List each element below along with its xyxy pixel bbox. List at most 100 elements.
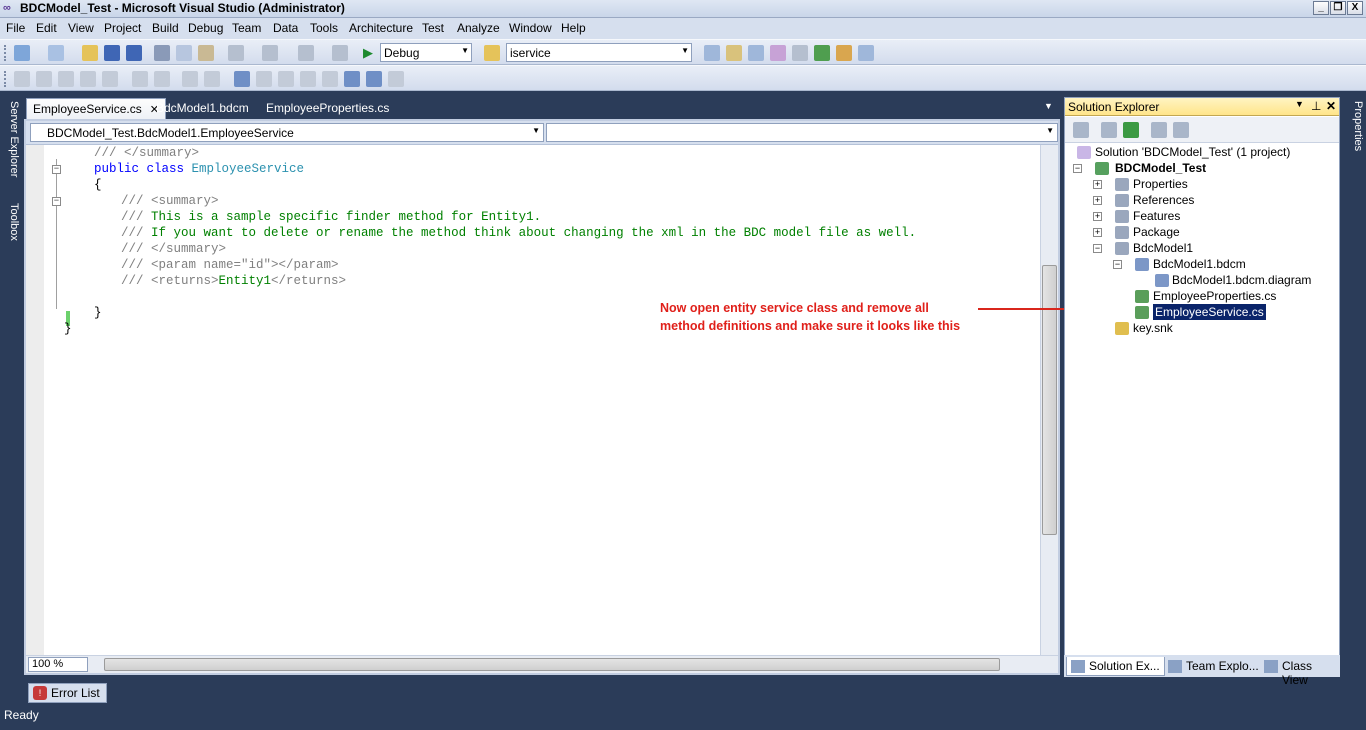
window-position-dropdown[interactable]: ▼ [1295, 99, 1304, 109]
copy-icon[interactable] [176, 45, 192, 61]
menu-build[interactable]: Build [152, 21, 179, 35]
member-list-icon[interactable] [80, 71, 96, 87]
quick-info-icon[interactable] [14, 71, 30, 87]
previous-bookmark-document-icon[interactable] [344, 71, 360, 87]
horizontal-scrollbar[interactable]: 100 % [26, 655, 1058, 673]
add-item-icon[interactable] [48, 45, 64, 61]
redo-icon[interactable] [262, 45, 278, 61]
refresh-icon[interactable] [1123, 122, 1139, 138]
indicator-margin[interactable] [26, 145, 44, 655]
collapse-icon[interactable]: − [1113, 260, 1122, 269]
tree-key[interactable]: key.snk [1133, 320, 1173, 336]
decrease-indent-icon[interactable] [132, 71, 148, 87]
member-dropdown[interactable]: ▼ [546, 123, 1058, 142]
zoom-select[interactable]: 100 % [28, 657, 88, 672]
find-in-files-icon[interactable] [484, 45, 500, 61]
expand-icon[interactable]: + [1093, 180, 1102, 189]
new-project-icon[interactable] [14, 45, 30, 61]
menu-project[interactable]: Project [104, 21, 141, 35]
tab-overflow-dropdown[interactable]: ▼ [1038, 98, 1059, 119]
tree-employee-properties[interactable]: EmployeeProperties.cs [1153, 288, 1276, 304]
restore-button[interactable]: ❐ [1330, 1, 1346, 15]
save-all-icon[interactable] [126, 45, 142, 61]
tab-solution-explorer[interactable]: Solution Ex... [1066, 657, 1165, 676]
show-all-files-icon[interactable] [1101, 122, 1117, 138]
toolbox-icon[interactable] [792, 45, 808, 61]
menu-view[interactable]: View [68, 21, 94, 35]
code-text-area[interactable]: − − /// </summary> public class Employee… [44, 145, 1040, 655]
expand-icon[interactable]: + [1093, 196, 1102, 205]
display-word-icon[interactable] [102, 71, 118, 87]
menu-window[interactable]: Window [509, 21, 552, 35]
error-list-tab[interactable]: ! Error List [28, 683, 107, 703]
solution-configuration-select[interactable]: Debug ▼ [380, 43, 472, 62]
tab-class-view[interactable]: Class View [1260, 657, 1340, 687]
properties-window-icon[interactable] [748, 45, 764, 61]
previous-bookmark-folder-icon[interactable] [300, 71, 316, 87]
word-completion-icon[interactable] [58, 71, 74, 87]
increase-indent-icon[interactable] [154, 71, 170, 87]
object-browser-icon[interactable] [770, 45, 786, 61]
command-window-icon[interactable] [858, 45, 874, 61]
vertical-scrollbar[interactable] [1040, 145, 1058, 655]
toolbar-grip[interactable] [4, 71, 8, 87]
open-file-icon[interactable] [82, 45, 98, 61]
start-debugging-icon[interactable]: ▶ [360, 45, 376, 61]
tree-bdcm[interactable]: BdcModel1.bdcm [1153, 256, 1246, 272]
start-page-icon[interactable] [814, 45, 830, 61]
server-explorer-tab[interactable]: Server Explorer [2, 101, 20, 197]
undo-icon[interactable] [228, 45, 244, 61]
tree-features[interactable]: Features [1133, 208, 1180, 224]
parameter-info-icon[interactable] [36, 71, 52, 87]
close-button[interactable]: X [1347, 1, 1363, 15]
extension-manager-icon[interactable] [836, 45, 852, 61]
menu-team[interactable]: Team [232, 21, 261, 35]
tab-employee-properties[interactable]: EmployeeProperties.cs [260, 98, 395, 119]
collapse-comment-icon[interactable]: − [52, 197, 61, 206]
tree-properties[interactable]: Properties [1133, 176, 1188, 192]
expand-icon[interactable]: + [1093, 212, 1102, 221]
tree-solution[interactable]: Solution 'BDCModel_Test' (1 project) [1095, 144, 1290, 160]
navigate-backward-icon[interactable] [298, 45, 314, 61]
next-bookmark-document-icon[interactable] [366, 71, 382, 87]
tab-team-explorer[interactable]: Team Explo... [1164, 657, 1263, 676]
uncomment-icon[interactable] [204, 71, 220, 87]
expand-icon[interactable]: + [1093, 228, 1102, 237]
menu-help[interactable]: Help [561, 21, 586, 35]
close-panel-icon[interactable]: ✕ [1326, 99, 1336, 113]
menu-debug[interactable]: Debug [188, 21, 223, 35]
save-icon[interactable] [104, 45, 120, 61]
menu-analyze[interactable]: Analyze [457, 21, 500, 35]
pin-icon[interactable]: ⊥ [1311, 99, 1321, 113]
clear-bookmarks-icon[interactable] [388, 71, 404, 87]
navigate-forward-icon[interactable] [332, 45, 348, 61]
tree-project[interactable]: BDCModel_Test [1115, 160, 1206, 176]
tree-diagram[interactable]: BdcModel1.bdcm.diagram [1172, 272, 1311, 288]
toggle-bookmark-icon[interactable] [234, 71, 250, 87]
properties-icon[interactable] [1073, 122, 1089, 138]
menu-tools[interactable]: Tools [310, 21, 338, 35]
collapse-icon[interactable]: − [1093, 244, 1102, 253]
tree-bdcmodel[interactable]: BdcModel1 [1133, 240, 1193, 256]
menu-data[interactable]: Data [273, 21, 298, 35]
scrollbar-thumb[interactable] [104, 658, 1000, 671]
collapse-icon[interactable]: − [1073, 164, 1082, 173]
find-symbol-icon[interactable] [704, 45, 720, 61]
view-class-diagram-icon[interactable] [1173, 122, 1189, 138]
comment-out-icon[interactable] [182, 71, 198, 87]
find-input[interactable]: iservice ▼ [506, 43, 692, 62]
cut-icon[interactable] [154, 45, 170, 61]
solution-explorer-icon[interactable] [726, 45, 742, 61]
tree-references[interactable]: References [1133, 192, 1194, 208]
tree-employee-service[interactable]: EmployeeService.cs [1152, 303, 1267, 321]
tab-employee-service[interactable]: EmployeeService.cs ✕ [26, 98, 166, 119]
menu-edit[interactable]: Edit [36, 21, 57, 35]
toolbox-tab[interactable]: Toolbox [2, 203, 20, 263]
scrollbar-thumb[interactable] [1042, 265, 1057, 535]
minimize-button[interactable]: _ [1313, 1, 1329, 15]
tree-package[interactable]: Package [1133, 224, 1180, 240]
menu-test[interactable]: Test [422, 21, 444, 35]
type-dropdown[interactable]: BDCModel_Test.BdcModel1.EmployeeService … [30, 123, 544, 142]
next-bookmark-folder-icon[interactable] [322, 71, 338, 87]
collapse-class-icon[interactable]: − [52, 165, 61, 174]
